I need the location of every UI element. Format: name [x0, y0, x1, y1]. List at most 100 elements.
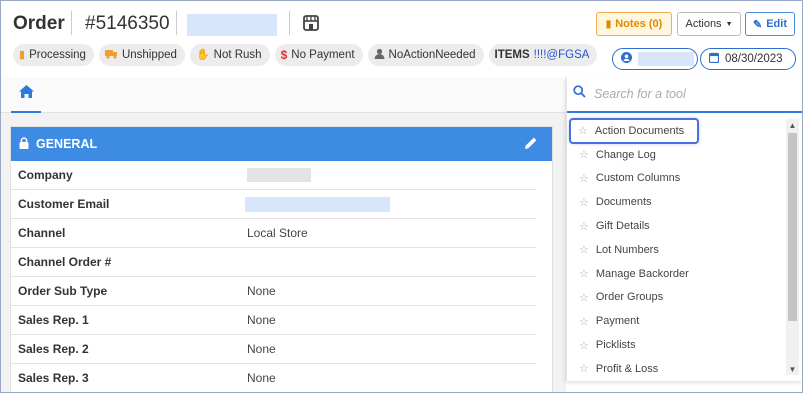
badge-label: Not Rush	[213, 49, 262, 61]
order-date-pill[interactable]: 08/30/2023	[700, 48, 796, 70]
tool-item-profit-loss[interactable]: ☆ Profit & Loss	[567, 357, 781, 381]
actions-label: Actions	[685, 18, 722, 30]
order-number: #5146350	[85, 13, 170, 34]
star-icon[interactable]: ☆	[578, 124, 588, 137]
star-icon[interactable]: ☆	[579, 362, 589, 375]
tool-search-input[interactable]	[594, 87, 784, 101]
status-badge-payment: $ No Payment	[274, 44, 363, 66]
scrollbar-thumb[interactable]	[788, 133, 797, 321]
items-badge: ITEMS !!!!@FGSA	[488, 44, 598, 66]
status-badge-rush: ✋ Not Rush	[189, 44, 270, 66]
tool-list-scrollbar[interactable]: ▲ ▼	[786, 119, 799, 375]
status-badges: ▮ Processing Unshipped ✋ Not Rush $ No P…	[13, 44, 598, 66]
status-badge-action: NoActionNeeded	[367, 44, 484, 66]
field-row-sales-rep-3: Sales Rep. 3 None	[11, 364, 536, 392]
order-header: Order #5146350 ▮ Notes (0) Actions ▼ ✎ E…	[1, 1, 802, 75]
notes-button[interactable]: ▮ Notes (0)	[596, 12, 672, 36]
tool-item-custom-columns[interactable]: ☆ Custom Columns	[567, 167, 781, 191]
star-icon[interactable]: ☆	[579, 291, 589, 304]
search-icon	[573, 85, 586, 103]
tool-label: Action Documents	[594, 124, 685, 137]
redacted-user-name	[638, 52, 694, 66]
pencil-icon: ✎	[753, 18, 763, 31]
scroll-up-icon[interactable]: ▲	[786, 119, 799, 131]
tool-item-documents[interactable]: ☆ Documents	[567, 190, 781, 214]
star-icon[interactable]: ☆	[579, 339, 589, 352]
tool-item-lot-numbers[interactable]: ☆ Lot Numbers	[567, 238, 781, 262]
field-label: Sales Rep. 2	[18, 342, 89, 356]
pencil-icon[interactable]	[524, 136, 538, 153]
panel-title: GENERAL	[36, 137, 98, 151]
main-content: GENERAL Company Customer Email Channel L…	[1, 113, 566, 392]
tab-bar	[1, 77, 566, 113]
tool-item-payment[interactable]: ☆ Payment	[567, 309, 781, 333]
field-value: Local Store	[247, 226, 308, 240]
divider	[289, 11, 290, 35]
tool-label: Gift Details	[595, 220, 650, 233]
star-icon[interactable]: ☆	[579, 172, 589, 185]
tool-label: Documents	[595, 196, 652, 209]
field-label: Customer Email	[18, 197, 110, 211]
tool-label: Profit & Loss	[595, 362, 659, 375]
field-label: Channel Order #	[18, 255, 112, 269]
field-row-sales-rep-2: Sales Rep. 2 None	[11, 335, 536, 364]
tool-item-picklists[interactable]: ☆ Picklists	[567, 333, 781, 357]
star-icon[interactable]: ☆	[579, 243, 589, 256]
star-icon[interactable]: ☆	[579, 220, 589, 233]
tool-label: Picklists	[595, 339, 636, 352]
tool-item-gift-details[interactable]: ☆ Gift Details	[567, 214, 781, 238]
user-circle-icon	[621, 50, 632, 68]
items-value: !!!!@FGSA	[533, 49, 590, 61]
page-title: Order	[13, 13, 65, 34]
redacted-email	[245, 196, 390, 212]
notes-label: Notes (0)	[615, 18, 663, 30]
tool-item-change-log[interactable]: ☆ Change Log	[567, 143, 781, 167]
field-label: Sales Rep. 1	[18, 313, 89, 327]
badge-label: NoActionNeeded	[388, 49, 476, 61]
star-icon[interactable]: ☆	[579, 267, 589, 280]
edit-button[interactable]: ✎ Edit	[745, 12, 795, 36]
truck-icon	[104, 49, 118, 62]
tool-item-manage-backorder[interactable]: ☆ Manage Backorder	[567, 262, 781, 286]
badge-label: No Payment	[291, 49, 355, 61]
calendar-icon	[708, 52, 720, 66]
divider	[176, 11, 177, 35]
status-badge-processing: ▮ Processing	[13, 44, 94, 66]
edit-label: Edit	[766, 18, 787, 30]
star-icon[interactable]: ☆	[579, 196, 589, 209]
field-label: Channel	[18, 226, 66, 240]
order-page: Order #5146350 ▮ Notes (0) Actions ▼ ✎ E…	[0, 0, 803, 393]
tool-label: Lot Numbers	[595, 243, 659, 256]
divider	[71, 11, 72, 35]
tab-home[interactable]	[11, 77, 41, 113]
user-icon	[374, 48, 385, 62]
tool-item-order-groups[interactable]: ☆ Order Groups	[567, 286, 781, 310]
field-value: None	[247, 371, 276, 385]
actions-dropdown[interactable]: Actions ▼	[677, 12, 741, 36]
field-row-order-sub-type: Order Sub Type None	[11, 277, 536, 306]
field-value: None	[247, 284, 276, 298]
hand-icon: ✋	[195, 48, 210, 61]
assigned-user-pill[interactable]	[612, 48, 698, 70]
caret-down-icon: ▼	[725, 20, 733, 28]
panel-header: GENERAL	[11, 127, 552, 161]
home-icon	[18, 85, 34, 103]
tool-item-action-documents[interactable]: ☆ Action Documents	[569, 118, 699, 144]
field-row-company: Company	[11, 161, 536, 190]
star-icon[interactable]: ☆	[579, 148, 589, 161]
general-panel: GENERAL Company Customer Email Channel L…	[10, 126, 553, 392]
tool-label: Order Groups	[595, 291, 664, 304]
tool-list: ☆ Action Documents ☆ Change Log ☆ Custom Co…	[567, 118, 781, 381]
redacted-company	[247, 168, 311, 182]
note-icon: ▮	[605, 18, 612, 30]
tool-label: Payment	[595, 315, 640, 328]
order-date: 08/30/2023	[725, 53, 783, 65]
badge-label: Unshipped	[121, 49, 177, 61]
field-row-channel-order: Channel Order #	[11, 248, 536, 277]
bookmark-icon: ▮	[19, 48, 26, 61]
scroll-down-icon[interactable]: ▼	[786, 363, 799, 375]
field-value: None	[247, 313, 276, 327]
redacted-customer-name	[187, 14, 277, 36]
store-icon[interactable]	[301, 13, 321, 33]
star-icon[interactable]: ☆	[579, 315, 589, 328]
